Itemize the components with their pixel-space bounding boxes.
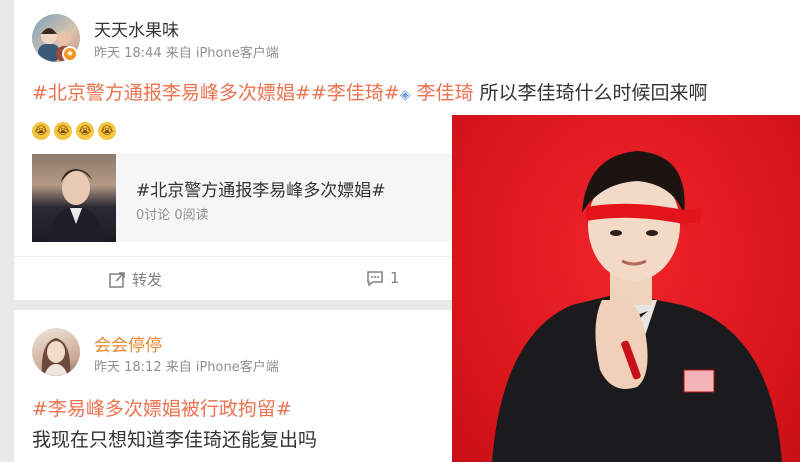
- topic-title[interactable]: #北京警方通报李易峰多次嫖娼#: [136, 176, 386, 201]
- hashtag-link[interactable]: #北京警方通报李易峰多次嫖娼#: [32, 82, 311, 104]
- super-topic-link[interactable]: ◈ 李佳琦: [400, 82, 474, 104]
- topic-thumbnail: [32, 154, 116, 242]
- verified-badge-icon: ★: [62, 46, 78, 62]
- repost-button[interactable]: 转发: [108, 269, 162, 290]
- post-meta: 昨天 18:12 来自 iPhone客户端: [94, 360, 279, 375]
- username[interactable]: 天天水果味: [94, 16, 179, 41]
- post-meta: 昨天 18:44 来自 iPhone客户端: [94, 46, 279, 61]
- crying-face-icon: 😭: [98, 122, 116, 140]
- post-body: 所以李佳琦什么时候回来啊: [473, 82, 708, 104]
- crying-face-icon: 😭: [76, 122, 94, 140]
- repost-label: 转发: [132, 271, 163, 289]
- crying-face-icon: 😭: [54, 122, 72, 140]
- avatar[interactable]: [32, 328, 80, 376]
- comment-count: 1: [390, 269, 400, 287]
- repost-icon: [109, 271, 125, 288]
- username[interactable]: 会会停停: [94, 331, 162, 356]
- comment-button[interactable]: 1: [366, 269, 400, 287]
- crying-face-icon: 😭: [32, 122, 50, 140]
- hashtag-link[interactable]: #李易峰多次嫖娼被行政拘留#: [32, 398, 292, 420]
- post-body: 我现在只想知道李佳琦还能复出吗: [32, 429, 318, 451]
- hashtag-link[interactable]: #李佳琦#: [311, 82, 400, 104]
- diamond-icon: ◈: [399, 87, 411, 103]
- comment-icon: [367, 271, 383, 287]
- overlay-photo: [452, 115, 800, 462]
- topic-stats: 0讨论 0阅读: [136, 208, 209, 223]
- super-topic-label: 李佳琦: [410, 82, 474, 104]
